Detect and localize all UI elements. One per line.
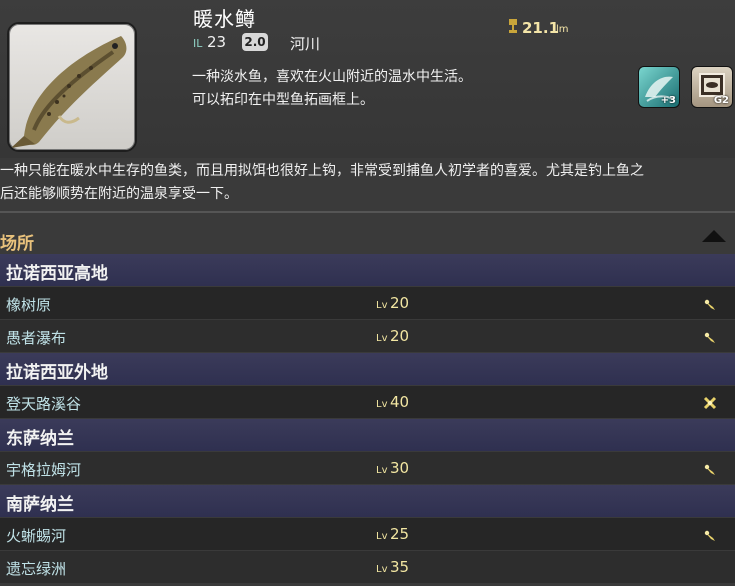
spot-name: 愚者瀑布 xyxy=(6,329,67,347)
fishing-spot-row[interactable]: 愚者瀑布 Lv 20 xyxy=(0,320,735,352)
spot-level: 30 xyxy=(390,459,410,477)
fish-jump-badge-label: +3 xyxy=(660,95,676,106)
fish-size-unit: lm xyxy=(556,24,569,35)
spot-name: 登天路溪谷 xyxy=(6,395,82,413)
spot-level: 20 xyxy=(390,294,410,312)
level-prefix: Lv xyxy=(376,465,388,476)
collapse-triangle-icon[interactable] xyxy=(702,230,726,242)
aquarium-grade-label: G2 xyxy=(713,95,729,106)
region-name: 拉诺西亚高地 xyxy=(6,264,108,284)
spot-name: 橡树原 xyxy=(6,296,52,314)
region-header: 南萨纳兰 xyxy=(0,485,735,517)
fish-size-value: 21.1 xyxy=(522,19,560,37)
level-prefix: Lv xyxy=(376,531,388,542)
fishing-spot-row[interactable]: 宇格拉姆河 Lv 30 xyxy=(0,452,735,484)
level-prefix: Lv xyxy=(376,564,388,575)
region-header: 拉诺西亚高地 xyxy=(0,254,735,286)
patch-badge: 2.0 xyxy=(242,33,268,51)
spot-level: 40 xyxy=(390,393,410,411)
spot-level: 20 xyxy=(390,327,410,345)
water-type: 河川 xyxy=(290,35,321,53)
fishing-spot-row[interactable]: 橡树原 Lv 20 xyxy=(0,287,735,319)
spot-name: 遗忘绿洲 xyxy=(6,560,67,578)
trophy-icon xyxy=(509,19,517,33)
pin-icon[interactable] xyxy=(703,297,717,311)
pin-icon[interactable] xyxy=(703,528,717,542)
fishing-spot-row[interactable]: 火蜥蜴河 Lv 25 xyxy=(0,518,735,550)
fish-long-description: 一种只能在暖水中生存的鱼类，而且用拟饵也很好上钩，非常受到捕鱼人初学者的喜爱。尤… xyxy=(0,160,735,206)
item-level-label: IL xyxy=(193,37,203,50)
region-name: 拉诺西亚外地 xyxy=(6,363,108,383)
fish-short-description-line-1: 一种淡水鱼，喜欢在火山附近的温水中生活。 xyxy=(192,69,472,85)
fish-thumbnail-image xyxy=(7,22,137,152)
level-prefix: Lv xyxy=(376,333,388,344)
pin-icon[interactable] xyxy=(703,462,717,476)
spot-level: 25 xyxy=(390,525,410,543)
fishing-spot-row[interactable]: 遗忘绿洲 Lv 35 xyxy=(0,551,735,583)
spot-name: 宇格拉姆河 xyxy=(6,461,82,479)
long-description-line: 一种只能在暖水中生存的鱼类，而且用拟饵也很好上钩，非常受到捕鱼人初学者的喜爱。尤… xyxy=(0,163,644,179)
level-prefix: Lv xyxy=(376,300,388,311)
fish-jump-icon[interactable]: +3 xyxy=(638,66,680,108)
divider xyxy=(0,211,735,213)
cross-pin-icon[interactable] xyxy=(703,396,717,410)
region-header: 东萨纳兰 xyxy=(0,419,735,451)
fish-name: 暖水鳟 xyxy=(193,7,256,31)
level-prefix: Lv xyxy=(376,399,388,410)
locations-section-title: 场所 xyxy=(0,234,34,254)
region-header: 拉诺西亚外地 xyxy=(0,353,735,385)
aquarium-frame-icon[interactable]: G2 xyxy=(691,66,733,108)
region-name: 南萨纳兰 xyxy=(6,495,74,515)
fishing-spot-row[interactable]: 登天路溪谷 Lv 40 xyxy=(0,386,735,418)
long-description-line: 后还能够顺势在附近的温泉享受一下。 xyxy=(0,186,238,202)
spot-name: 火蜥蜴河 xyxy=(6,527,67,545)
fish-short-description-line-2: 可以拓印在中型鱼拓画框上。 xyxy=(192,92,374,108)
spot-level: 35 xyxy=(390,558,410,576)
pin-icon[interactable] xyxy=(703,330,717,344)
item-level-value: 23 xyxy=(207,33,227,51)
region-name: 东萨纳兰 xyxy=(6,429,74,449)
